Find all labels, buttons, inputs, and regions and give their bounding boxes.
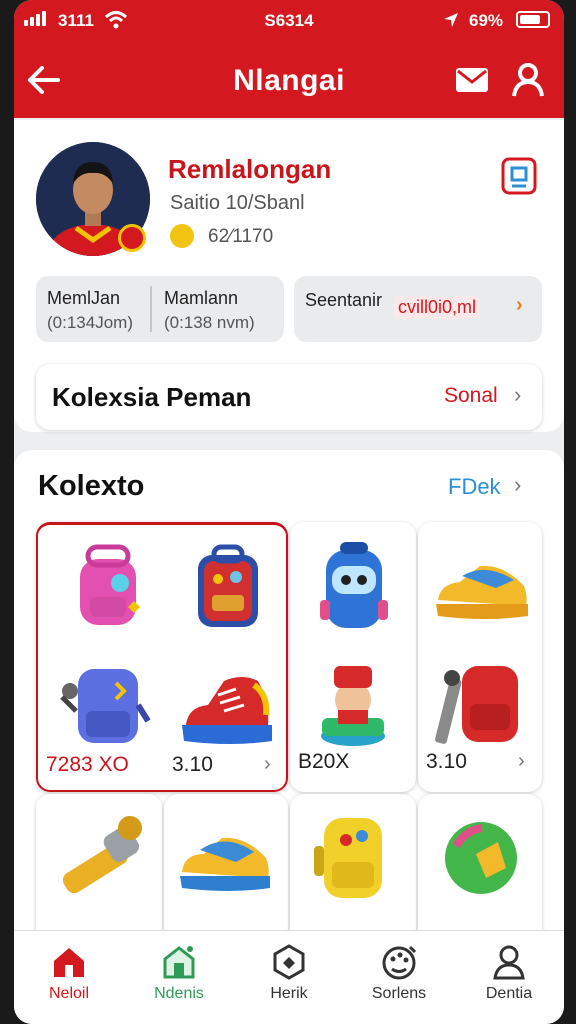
person-icon [490,943,528,981]
battery-icon [516,11,550,28]
chevron-right-icon: › [516,294,523,316]
stat-item[interactable]: MemlJan (0:134Jom) [47,288,133,333]
flashlight-icon [44,806,154,910]
hexagon-icon [270,943,308,981]
promo-highlight: cvill0i0,ml [394,296,481,319]
blue-backpack-icon [52,655,162,759]
stat-value: (0:138 nvm) [164,313,255,332]
tab-palette[interactable]: Sorlens [344,939,454,1011]
robot-backpack-icon [298,536,408,640]
chevron-right-icon: › [514,382,522,407]
stat-label: Mamlann [164,288,239,308]
collection-card: Kolexto FDek › 7283 XO 3.10 › B20X 3.10 … [14,450,564,970]
location-icon [442,11,460,34]
blue-sneaker-icon [170,806,280,910]
profile-value: 62⁄1170 [208,226,274,247]
tab-label: Ndenis [154,985,204,1002]
item-price: 7283 XO [46,753,129,776]
tab-label: Neloil [48,985,89,1002]
item-price: 3.10 [426,750,467,773]
collection-more-link[interactable]: FDek [448,474,501,500]
app-header: Nlangai [14,42,564,118]
kolexsia-title: Kolexsia Peman [52,382,252,412]
chevron-right-icon: › [518,750,525,772]
scan-icon[interactable] [500,156,538,196]
red-tool-backpack-icon [426,652,536,756]
item-price: B20X [298,750,350,773]
pink-backpack-icon [52,539,162,643]
status-bar: 3111 S6314 69% [14,0,564,42]
promo-button[interactable]: Seentanir cvill0i0,ml › [294,276,542,342]
tab-hexagon[interactable]: Herik [234,939,344,1011]
chevron-right-icon: › [264,753,271,775]
stat-value: (0:134Jom) [47,313,133,332]
bottom-tab-bar: Neloil Ndenis Herik Sorlens Dentia [14,930,564,1024]
profile-subtitle: Saitio 10/Sbanl [170,192,305,214]
mail-icon[interactable] [452,62,492,98]
battery-percent: 69% [469,11,504,30]
tab-label: Herik [270,985,308,1002]
profile-card: Remlalongan Saitio 10/Sbanl 62⁄1170 Meml… [14,120,564,432]
stat-item[interactable]: Mamlann (0:138 nvm) [164,288,255,333]
coin-icon [170,224,194,248]
stats-divider [150,286,152,332]
tab-store[interactable]: Ndenis [124,939,234,1011]
store-icon [160,943,198,981]
home-icon [50,943,88,981]
yellow-backpack-icon [298,806,408,910]
kolexsia-row[interactable]: Kolexsia Peman Sonal › [36,364,542,430]
collection-tile[interactable]: 3.10 › [418,522,542,792]
collection-tile[interactable]: B20X [290,522,416,792]
tab-profile[interactable]: Dentia [454,939,564,1011]
tab-home[interactable]: Neloil [14,939,124,1011]
red-sneaker-icon [172,655,282,759]
palette-icon [380,943,418,981]
kolexsia-more-link[interactable]: Sonal [444,384,498,408]
figurine-toy-icon [298,652,408,756]
stats-panel: MemlJan (0:134Jom) Mamlann (0:138 nvm) [36,276,284,342]
collection-tile-selected[interactable]: 7283 XO 3.10 › [36,522,288,792]
chevron-right-icon: › [514,472,522,497]
tab-label: Dentia [485,985,533,1002]
user-icon[interactable] [508,60,548,100]
promo-label: Seentanir [305,290,383,310]
stat-label: MemlJan [47,288,121,308]
red-backpack-icon [172,539,282,643]
tab-label: Sorlens [371,985,427,1002]
item-price: 3.10 [172,753,213,776]
profile-name: Remlalongan [168,154,332,184]
phone-screen: 3111 S6314 69% Nlangai Remlalongan Saiti… [14,0,564,1024]
collection-title: Kolexto [38,470,145,502]
team-badge-icon [118,224,146,252]
green-ball-icon [426,806,536,910]
yellow-sneaker-icon [426,536,536,640]
